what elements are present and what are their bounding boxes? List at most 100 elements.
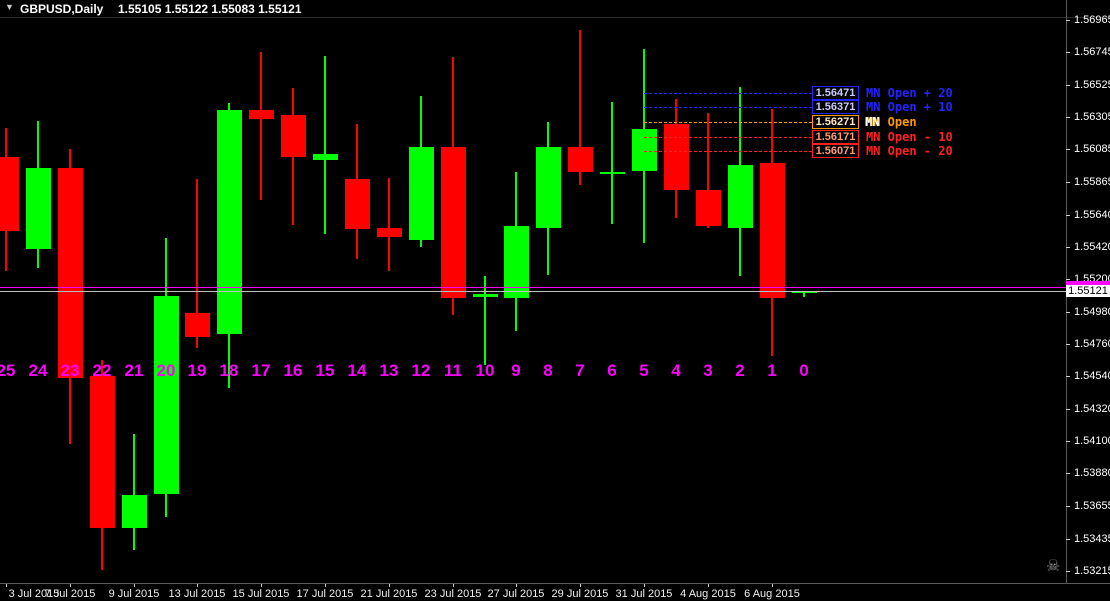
current-bid-price-label: 1.55121 (1066, 285, 1110, 297)
mn-open-level-line[interactable] (644, 122, 812, 123)
price-tick-label: 1.54320 (1074, 403, 1110, 415)
date-tick-label: 27 Jul 2015 (487, 588, 545, 600)
candle[interactable] (441, 147, 466, 298)
bid-line[interactable] (0, 291, 1066, 292)
mn-open-level-line[interactable] (644, 151, 812, 152)
candle[interactable] (568, 147, 593, 172)
mn-open-caption: MN Open + 10 (866, 100, 953, 114)
bar-countdown-label: 25 (0, 361, 16, 380)
date-tick-mark (134, 584, 135, 587)
mn-open-price-label: 1.56271 (812, 115, 859, 129)
candle[interactable] (377, 228, 402, 237)
candle[interactable] (249, 110, 274, 119)
candlestick-plot[interactable]: 25 24 23 22 21 20 19 18 17 16 15 14 13 12 11 10 9 8 7 6 5 4 3 2… (0, 0, 1066, 583)
mn-open-price-label: 1.56371 (812, 100, 859, 114)
mn-open-level-line[interactable] (644, 137, 812, 138)
date-tick-mark (325, 584, 326, 587)
bar-countdown-label: 6 (607, 361, 617, 380)
date-tick-mark (453, 584, 454, 587)
price-tick-mark (1066, 182, 1070, 183)
price-tick-label: 1.56965 (1074, 14, 1110, 26)
date-tick-mark (708, 584, 709, 587)
bar-countdown-label: 2 (735, 361, 745, 380)
price-tick-mark (1066, 344, 1070, 345)
date-tick-mark (772, 584, 773, 587)
price-tick-mark (1066, 279, 1070, 280)
mt4-chart-window: ▼ GBPUSD,Daily 1.55105 1.55122 1.55083 1… (0, 0, 1110, 601)
candle[interactable] (58, 168, 83, 378)
date-tick-label: 4 Aug 2015 (680, 588, 736, 600)
candle-wick (484, 276, 486, 365)
candle[interactable] (26, 168, 51, 249)
bar-countdown-label: 0 (799, 361, 809, 380)
bar-countdown-label: 7 (575, 361, 585, 380)
candle[interactable] (632, 129, 657, 171)
price-tick-mark (1066, 506, 1070, 507)
candle-wick (388, 178, 390, 271)
price-tick-mark (1066, 247, 1070, 248)
date-tick-label: 9 Jul 2015 (108, 588, 160, 600)
price-tick-label: 1.55640 (1074, 209, 1110, 221)
mn-open-caption: MN Open - 10 (866, 130, 953, 144)
candle[interactable] (345, 179, 370, 229)
bar-countdown-label: 12 (411, 361, 431, 380)
candle[interactable] (313, 154, 338, 160)
candle[interactable] (154, 296, 179, 494)
price-tick-label: 1.56085 (1074, 143, 1110, 155)
candle[interactable] (600, 172, 625, 174)
bar-countdown-label: 21 (124, 361, 144, 380)
bar-countdown-label: 5 (639, 361, 649, 380)
mn-open-price-label: 1.56471 (812, 86, 859, 100)
price-tick-label: 1.54100 (1074, 435, 1110, 447)
bar-countdown-label: 20 (156, 361, 176, 380)
bar-countdown-label: 16 (283, 361, 303, 380)
candle[interactable] (122, 495, 147, 528)
price-tick-label: 1.53435 (1074, 533, 1110, 545)
candle[interactable] (281, 115, 306, 157)
candle[interactable] (536, 147, 561, 228)
price-tick-label: 1.56745 (1074, 46, 1110, 58)
candle[interactable] (217, 110, 242, 334)
price-tick-mark (1066, 20, 1070, 21)
date-tick-mark (197, 584, 198, 587)
bar-countdown-label: 14 (347, 361, 367, 380)
price-tick-label: 1.54540 (1074, 370, 1110, 382)
mn-open-level-line[interactable] (644, 107, 812, 108)
price-tick-mark (1066, 539, 1070, 540)
date-tick-label: 13 Jul 2015 (168, 588, 226, 600)
candle[interactable] (409, 147, 434, 240)
bar-countdown-label: 22 (92, 361, 112, 380)
bar-countdown-label: 23 (60, 361, 80, 380)
date-tick-label: 29 Jul 2015 (551, 588, 609, 600)
candle[interactable] (696, 190, 721, 226)
price-tick-mark (1066, 473, 1070, 474)
date-tick-label: 21 Jul 2015 (360, 588, 418, 600)
price-tick-label: 1.56305 (1074, 111, 1110, 123)
candle[interactable] (185, 313, 210, 337)
bar-countdown-label: 19 (187, 361, 207, 380)
date-tick-label: 23 Jul 2015 (424, 588, 482, 600)
candle[interactable] (664, 124, 689, 190)
candle[interactable] (0, 157, 19, 231)
mn-open-level-line[interactable] (644, 93, 812, 94)
price-tick-label: 1.53215 (1074, 565, 1110, 577)
mn-open-caption: MN Open - 20 (866, 144, 953, 158)
time-axis[interactable]: 3 Jul 2015 7 Jul 2015 9 Jul 2015 13 Jul 201… (0, 584, 1066, 601)
candle[interactable] (473, 294, 498, 297)
price-tick-label: 1.53880 (1074, 467, 1110, 479)
bar-countdown-label: 4 (671, 361, 681, 380)
candle-wick (260, 52, 262, 200)
price-tick-label: 1.54760 (1074, 338, 1110, 350)
mn-open-price-label: 1.56171 (812, 130, 859, 144)
price-tick-label: 1.56525 (1074, 79, 1110, 91)
price-tick-label: 1.53655 (1074, 500, 1110, 512)
bar-countdown-label: 15 (315, 361, 335, 380)
candle[interactable] (728, 165, 753, 228)
mn-open-caption: MN Open MN (865, 115, 917, 129)
price-tick-label: 1.55420 (1074, 241, 1110, 253)
magenta-hline[interactable] (0, 287, 1066, 288)
candle[interactable] (760, 163, 785, 298)
candle[interactable] (90, 376, 115, 528)
date-tick-mark (580, 584, 581, 587)
mn-open-caption-overlay: MN (865, 115, 880, 129)
